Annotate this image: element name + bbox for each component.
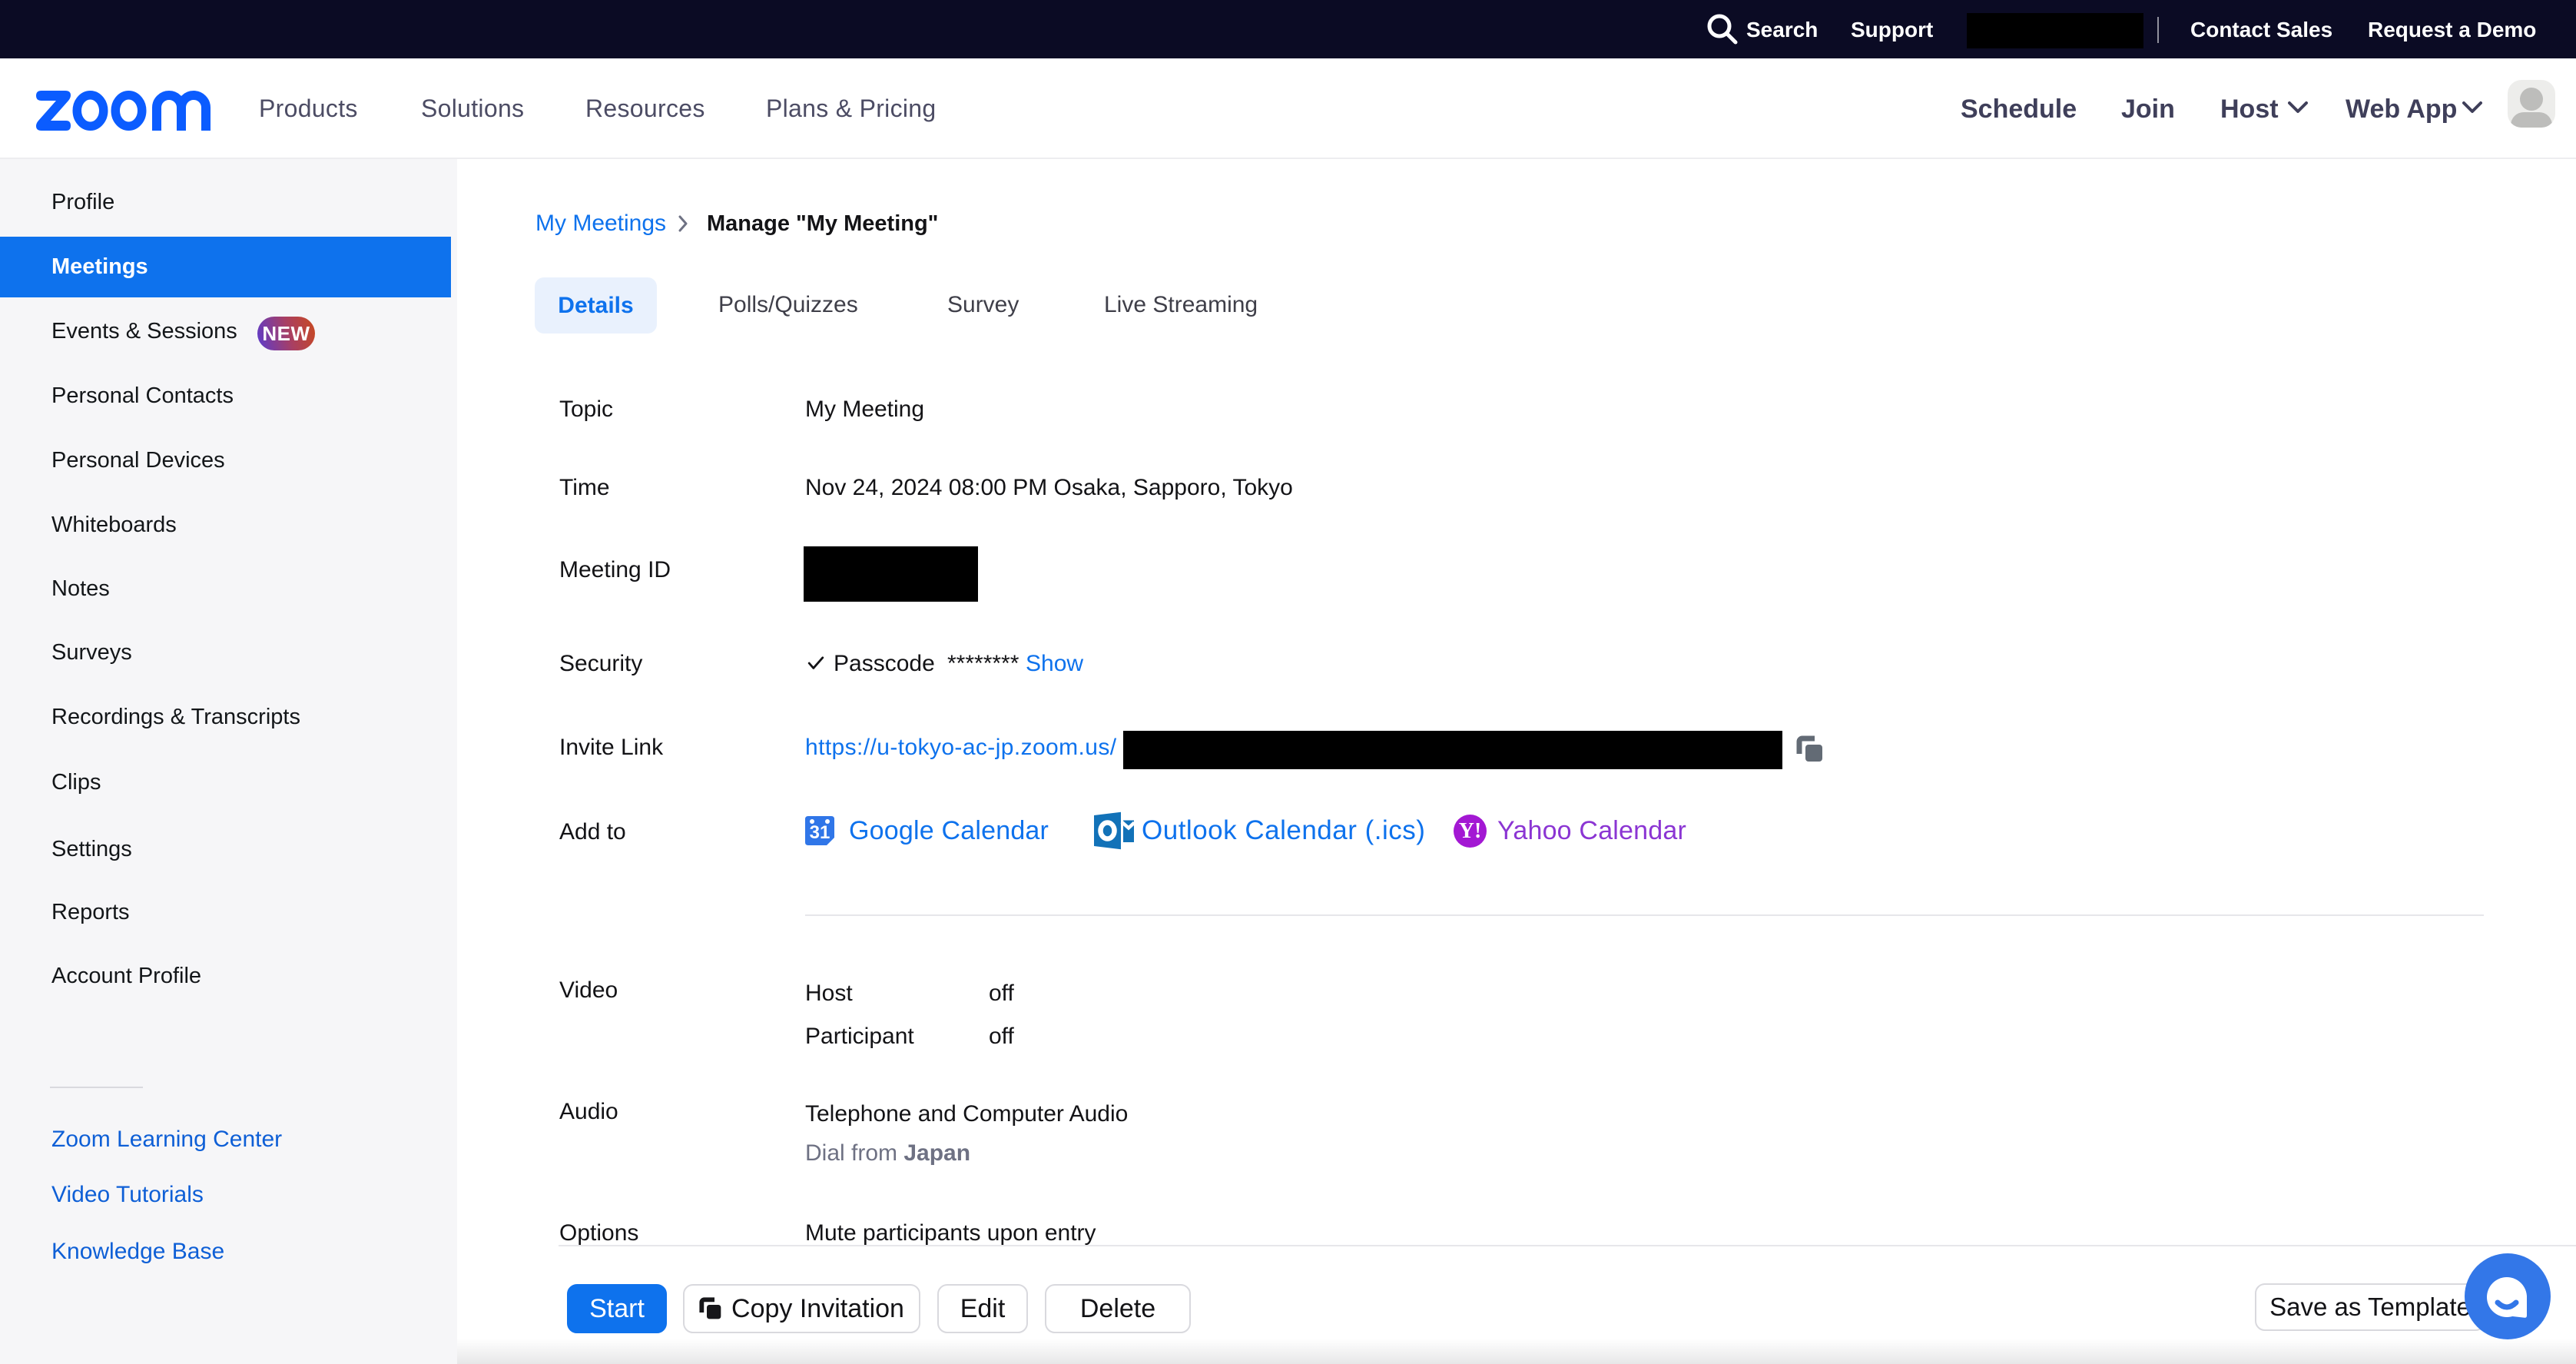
- svg-text:31: 31: [810, 822, 830, 843]
